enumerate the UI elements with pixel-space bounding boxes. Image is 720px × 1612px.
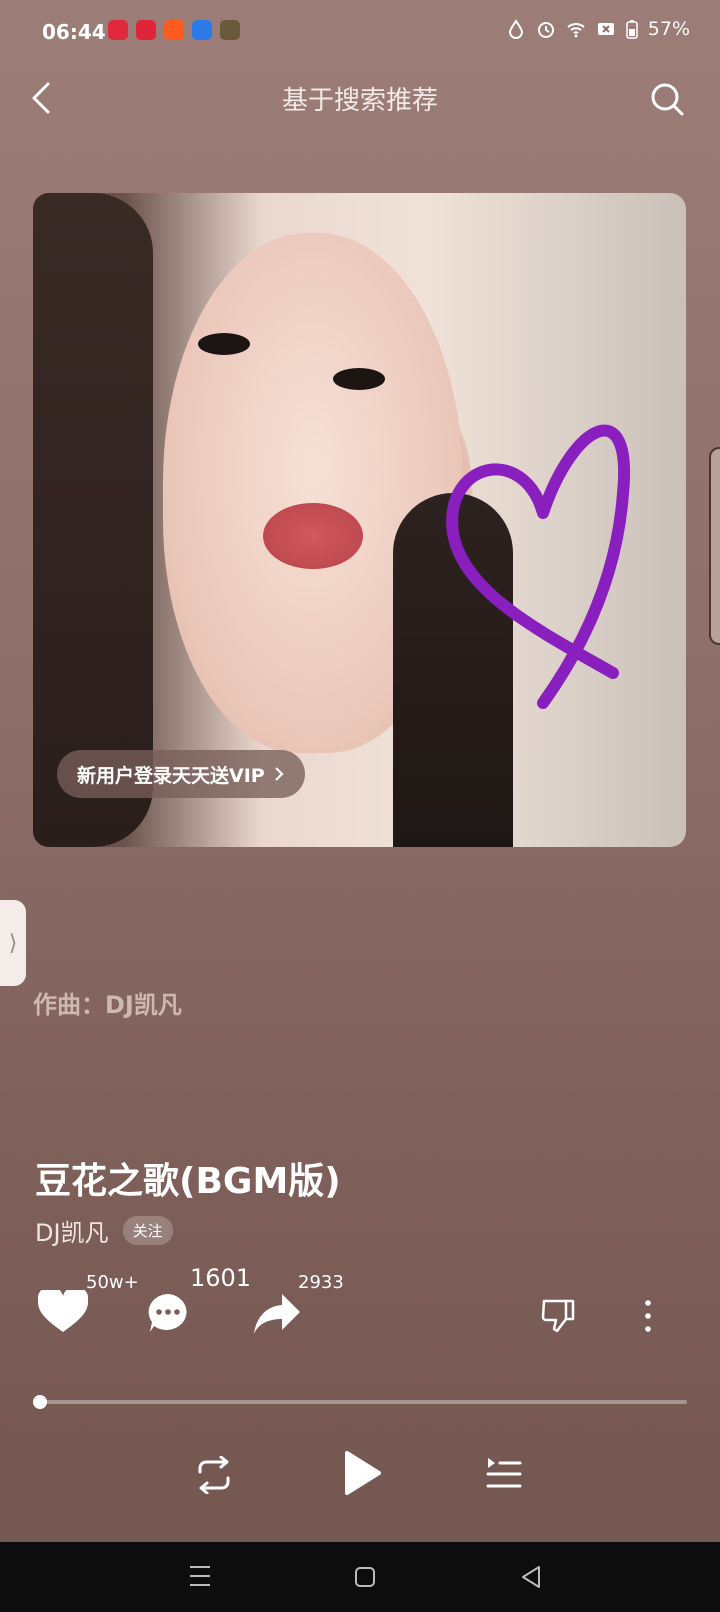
like-count: 50w+ <box>86 1272 139 1293</box>
menu-icon[interactable] <box>188 1565 212 1587</box>
follow-button[interactable]: 关注 <box>122 1216 173 1245</box>
side-tab-left[interactable]: ⟩ <box>0 900 26 986</box>
video-app-icon <box>136 20 156 40</box>
actions-row: 50w+ 1601 2933 <box>38 1264 688 1340</box>
status-app-icons <box>108 20 240 40</box>
artist-name[interactable]: DJ凯凡 <box>35 1213 109 1248</box>
cover-hair-left <box>33 193 153 847</box>
chevron-right-icon <box>274 767 284 781</box>
play-icon[interactable] <box>344 1450 382 1496</box>
side-tab-chevron-icon: ⟩ <box>8 930 18 956</box>
playback-controls <box>0 1440 720 1530</box>
water-drop-icon <box>508 19 523 39</box>
page-title: 基于搜索推荐 <box>281 86 438 116</box>
sim-off-icon <box>597 23 614 35</box>
progress-bar[interactable] <box>39 1400 687 1404</box>
home-icon[interactable] <box>354 1566 376 1588</box>
share-count: 2933 <box>298 1272 344 1293</box>
side-handle-right[interactable] <box>709 447 720 645</box>
alarm-icon <box>537 22 554 38</box>
cover-eye-left <box>198 333 250 355</box>
dislike-icon[interactable] <box>540 1298 576 1334</box>
comment-icon[interactable] <box>146 1292 190 1334</box>
search-icon[interactable] <box>650 82 684 116</box>
more-options-icon[interactable] <box>640 1298 656 1334</box>
repeat-icon[interactable] <box>194 1456 234 1494</box>
douyin-icon <box>108 20 128 40</box>
vip-promo-button[interactable]: 新用户登录天天送VIP <box>57 750 305 798</box>
system-navbar <box>0 1542 720 1612</box>
cover-eye-right <box>333 368 385 390</box>
battery-percent: 57% <box>647 18 690 40</box>
artist-row: DJ凯凡 关注 <box>35 1213 173 1248</box>
composer-credit: 作曲：DJ凯凡 <box>33 991 182 1019</box>
share-icon[interactable] <box>252 1292 302 1336</box>
heart-doodle-icon <box>446 424 631 709</box>
back-nav-icon[interactable] <box>520 1565 542 1589</box>
kuaishou-icon <box>164 20 184 40</box>
status-right: 57% <box>506 18 690 40</box>
game-icon <box>220 20 240 40</box>
progress-knob[interactable] <box>33 1395 47 1409</box>
cover-lips <box>263 503 363 569</box>
song-title: 豆花之歌(BGM版) <box>35 1161 341 1202</box>
browser-icon <box>192 20 212 40</box>
battery-icon <box>626 20 638 39</box>
vip-promo-label: 新用户登录天天送VIP <box>77 764 265 787</box>
cover-art[interactable]: 新用户登录天天送VIP <box>33 193 686 847</box>
status-time: 06:44 <box>42 20 106 44</box>
comment-count: 1601 <box>190 1264 252 1292</box>
like-icon[interactable] <box>38 1290 88 1334</box>
wifi-icon <box>567 23 585 38</box>
playlist-icon[interactable] <box>486 1456 522 1492</box>
